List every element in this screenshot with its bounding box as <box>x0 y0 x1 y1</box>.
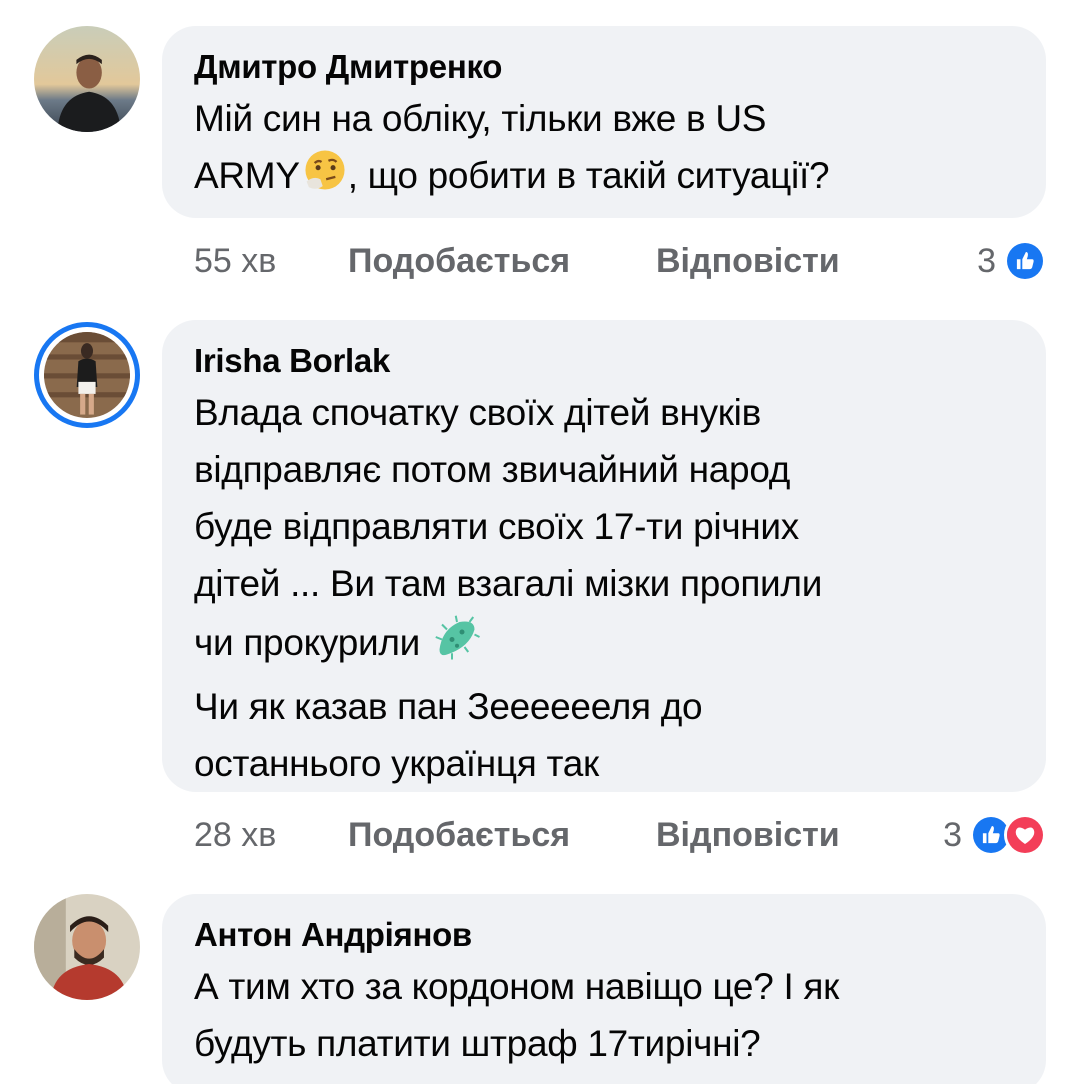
microbe-icon <box>432 612 482 678</box>
comment-text: Мій син на обліку, тільки вже в US ARMY … <box>194 90 1012 209</box>
reply-button[interactable]: Відповісти <box>656 242 840 281</box>
comment-line-part: чи прокурили <box>194 621 421 663</box>
comment-author[interactable]: Irisha Borlak <box>194 338 1012 384</box>
reactions-summary[interactable]: 3 <box>977 240 1046 282</box>
comment-author[interactable]: Дмитро Дмитренко <box>194 44 1012 90</box>
comment-author[interactable]: Антон Андріянов <box>194 912 1012 958</box>
like-button[interactable]: Подобається <box>348 242 656 281</box>
comment-line: Мій син на обліку, тільки вже в US <box>194 98 767 139</box>
reactions-summary[interactable]: 3 <box>943 814 1046 856</box>
comment-line: буде відправляти своїх 17-ти річних <box>194 506 800 547</box>
comment-text: Влада спочатку своїх дітей внуків відпра… <box>194 384 1012 792</box>
comment-bubble: Антон Андріянов А тим хто за кордоном на… <box>162 894 1046 1084</box>
comment-line: будуть платити штраф 17тирічні? <box>194 1023 761 1064</box>
avatar[interactable] <box>34 26 140 132</box>
avatar[interactable] <box>34 322 140 428</box>
like-icon <box>1004 240 1046 282</box>
comment-actions: 28 хв Подобається Відповісти 3 <box>194 812 1046 858</box>
like-button[interactable]: Подобається <box>348 816 656 855</box>
comment-time[interactable]: 55 хв <box>194 242 348 281</box>
reply-button[interactable]: Відповісти <box>656 816 840 855</box>
avatar[interactable] <box>34 894 140 1000</box>
comment-line: останнього українця так <box>194 743 599 784</box>
comment-line: Чи як казав пан Зееееееля до <box>194 686 703 727</box>
love-icon <box>1004 814 1046 856</box>
comment-line-5: чи прокурили <box>194 612 1012 678</box>
comment-line: А тим хто за кордоном навіщо це? І як <box>194 966 840 1007</box>
comment-actions: 55 хв Подобається Відповісти 3 <box>194 238 1046 284</box>
comment-time[interactable]: 28 хв <box>194 816 348 855</box>
comment-line-part: ARMY <box>194 155 300 196</box>
comment-bubble: Дмитро Дмитренко Мій син на обліку, тіль… <box>162 26 1046 218</box>
comment-bubble: Irisha Borlak Влада спочатку своїх дітей… <box>162 320 1046 792</box>
comment-line-2: ARMY , що робити в такій ситуації? <box>194 147 1012 209</box>
comment-line: Влада спочатку своїх дітей внуків <box>194 392 761 433</box>
comment-text: А тим хто за кордоном навіщо це? І як бу… <box>194 958 1012 1072</box>
comment-line-part: , що робити в такій ситуації? <box>347 155 830 196</box>
comment-line: дітей ... Ви там взагалі мізки пропили <box>194 563 823 604</box>
thinking-face-icon <box>302 147 348 209</box>
comment-line: відправляє потом звичайний народ <box>194 449 791 490</box>
reaction-count: 3 <box>977 241 996 280</box>
reaction-count: 3 <box>943 815 962 854</box>
